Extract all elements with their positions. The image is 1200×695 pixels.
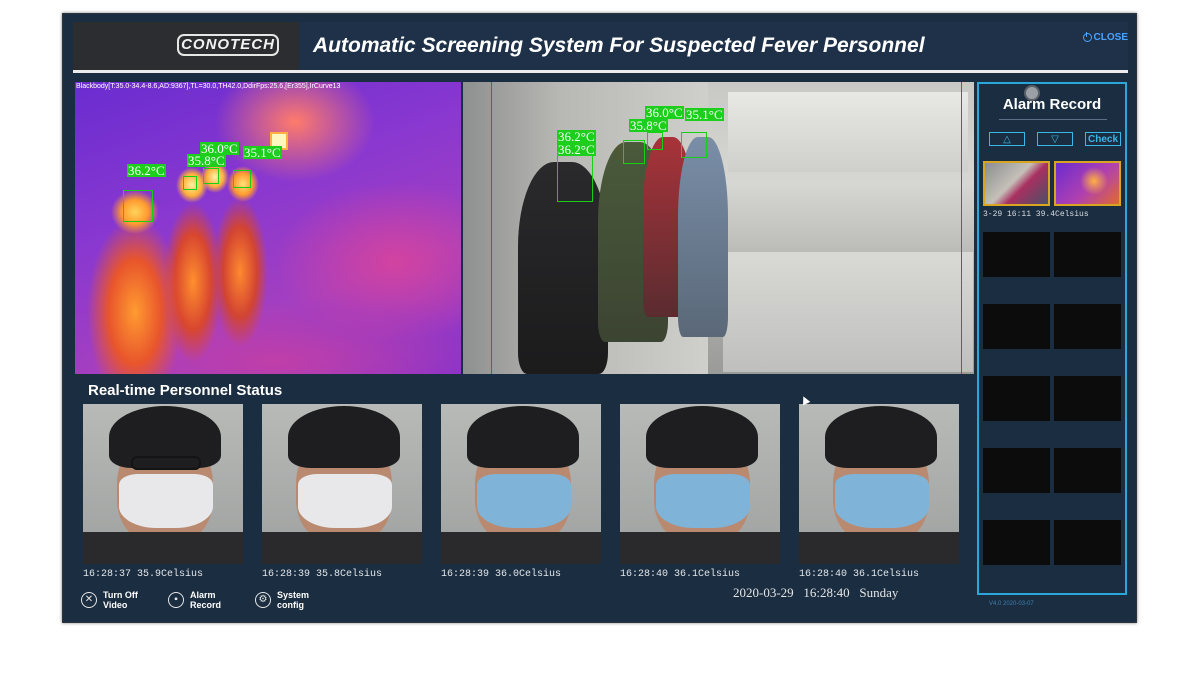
person-silhouette — [678, 137, 728, 337]
alarm-check-button[interactable]: Check — [1085, 132, 1121, 146]
alarm-empty-slot[interactable] — [1054, 232, 1121, 277]
face-coat — [620, 532, 780, 564]
alarm-empty-slot[interactable] — [983, 232, 1050, 277]
app-title: Automatic Screening System For Suspected… — [313, 34, 925, 57]
app-header: CONOTECH Automatic Screening System For … — [73, 22, 1128, 70]
close-label: CLOSE — [1093, 32, 1128, 43]
close-circle-icon: ✕ — [81, 592, 97, 608]
gear-icon: ⚙ — [255, 592, 271, 608]
capture-caption: 16:28:37 35.9Celsius — [83, 569, 204, 580]
alarm-title-underline — [999, 119, 1107, 120]
alarm-empty-slot[interactable] — [983, 448, 1050, 493]
face-mask-icon — [298, 474, 392, 528]
alarm-record-panel: Alarm Record △ ▽ Check 3-29 16:11 39.4Ce… — [977, 82, 1127, 607]
capture-caption: 16:28:40 36.1Celsius — [620, 569, 741, 580]
alarm-page-down-button[interactable]: ▽ — [1037, 132, 1073, 146]
face-coat — [441, 532, 601, 564]
alarm-record-label: Alarm Record — [190, 590, 222, 610]
realtime-status-title: Real-time Personnel Status — [88, 382, 283, 399]
camera-face-box — [647, 132, 663, 150]
thermal-temp-label: 35.1°C — [243, 145, 282, 160]
face-mask-icon — [835, 474, 929, 528]
alarm-record-button[interactable]: ▪ Alarm Record — [168, 590, 230, 610]
current-weekday: Sunday — [859, 585, 899, 600]
version-text: V4.0 2020-03-07 — [989, 601, 1034, 607]
header-divider — [73, 70, 1128, 73]
camera-face-box — [681, 132, 707, 158]
face-hair — [825, 406, 937, 468]
glasses-icon — [131, 456, 201, 470]
camera-office-desk — [723, 252, 973, 372]
alarm-page-up-button[interactable]: △ — [989, 132, 1025, 146]
alarm-empty-slot[interactable] — [983, 520, 1050, 565]
camera-temp-label: 36.2°C — [557, 142, 596, 157]
power-icon — [1082, 32, 1092, 42]
alarm-thermal-thumbnail[interactable] — [1054, 161, 1121, 206]
turn-off-video-button[interactable]: ✕ Turn Off Video — [81, 590, 143, 610]
conotech-logo: CONOTECH — [177, 34, 279, 56]
thermal-temp-label: 35.8°C — [187, 153, 226, 168]
capture-face[interactable] — [262, 404, 422, 564]
face-hair — [646, 406, 758, 468]
thermal-face-box — [203, 168, 219, 184]
thermal-face-box — [183, 176, 197, 190]
alarm-visible-thumbnail[interactable] — [983, 161, 1050, 206]
face-mask-icon — [119, 474, 213, 528]
alarm-empty-slot[interactable] — [1054, 520, 1121, 565]
system-config-button[interactable]: ⚙ System config — [255, 590, 317, 610]
face-coat — [262, 532, 422, 564]
face-coat — [83, 532, 243, 564]
capture-face[interactable] — [441, 404, 601, 564]
capture-face[interactable] — [83, 404, 243, 564]
face-hair — [288, 406, 400, 468]
capture-caption: 16:28:40 36.1Celsius — [799, 569, 920, 580]
detection-zone-line — [491, 82, 492, 374]
alarm-empty-slot[interactable] — [1054, 376, 1121, 421]
turn-off-video-label: Turn Off Video — [103, 590, 138, 610]
capture-face[interactable] — [799, 404, 959, 564]
alarm-record-caption: 3-29 16:11 39.4Celsius — [983, 210, 1089, 219]
close-button[interactable]: CLOSE — [1082, 32, 1128, 43]
camera-temp-label: 35.8°C — [629, 118, 668, 133]
thermal-face-box — [233, 170, 251, 188]
date-time-display: 2020-03-29 16:28:40 Sunday — [733, 585, 898, 601]
alarm-empty-slot[interactable] — [1054, 448, 1121, 493]
thermal-temp-label: 36.2°C — [127, 163, 166, 178]
camera-office-window — [728, 92, 968, 172]
capture-face[interactable] — [620, 404, 780, 564]
current-time: 16:28:40 — [803, 585, 850, 600]
screening-app-window: CONOTECH Automatic Screening System For … — [62, 13, 1137, 623]
face-hair — [467, 406, 579, 468]
capture-caption: 16:28:39 35.8Celsius — [262, 569, 383, 580]
capture-caption: 16:28:39 36.0Celsius — [441, 569, 562, 580]
detection-zone-line — [961, 82, 962, 374]
visible-camera-view: 36.2°C 36.2°C 36.0°C 35.8°C 35.1°C — [463, 82, 974, 374]
alarm-empty-slot[interactable] — [1054, 304, 1121, 349]
face-coat — [799, 532, 959, 564]
camera-face-box — [557, 154, 593, 202]
system-config-label: System config — [277, 590, 310, 610]
alarm-icon: ▪ — [168, 592, 184, 608]
face-mask-icon — [477, 474, 571, 528]
logo-area: CONOTECH — [73, 22, 299, 70]
alarm-empty-slot[interactable] — [983, 376, 1050, 421]
camera-temp-label: 35.1°C — [685, 107, 724, 122]
current-date: 2020-03-29 — [733, 585, 794, 600]
thermal-camera-view: Blackbody[T:35.0-34.4-8.6,AD:9367],TL=30… — [75, 82, 461, 374]
camera-face-box — [623, 140, 645, 164]
face-mask-icon — [656, 474, 750, 528]
alarm-empty-slot[interactable] — [983, 304, 1050, 349]
thermal-info-text: Blackbody[T:35.0-34.4-8.6,AD:9367],TL=30… — [76, 83, 341, 90]
thermal-face-box — [123, 190, 153, 222]
alarm-record-title: Alarm Record — [1002, 96, 1102, 113]
